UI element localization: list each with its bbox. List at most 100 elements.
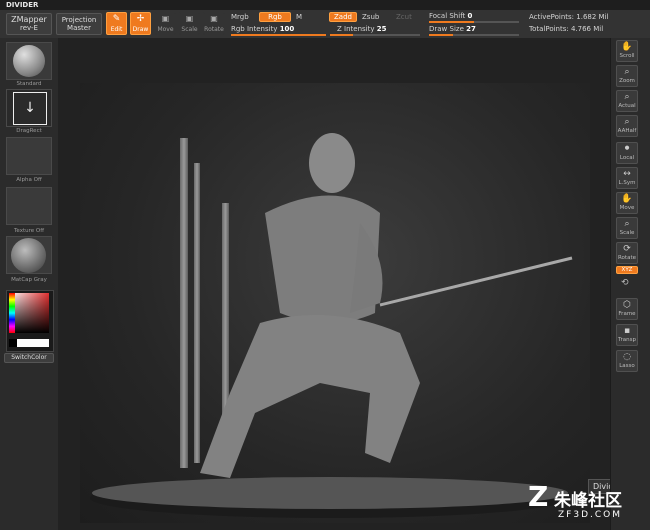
zoom-button[interactable]: ⌕ Zoom	[616, 65, 638, 87]
draw-size-label[interactable]: Draw Size 27	[429, 25, 476, 33]
ninja-legs	[200, 315, 420, 478]
canvas[interactable]: Divider	[58, 38, 627, 530]
scale-view-label: Scale	[619, 230, 635, 236]
zmapper-label: ZMapper	[11, 15, 47, 24]
rotate-icon: ▣	[210, 14, 218, 23]
draw-label: Draw	[132, 26, 149, 33]
scale-view-button[interactable]: ⌕ Scale	[616, 217, 638, 239]
scale-icon: ▣	[185, 14, 194, 23]
right-shelf: ✋ Scroll ⌕ Zoom ⌕ Actual ⌕ AAHalf ⚫ Local ↔ L.…	[610, 38, 650, 530]
edit-icon: ✎	[112, 14, 121, 24]
watermark-logo-icon: Z	[528, 480, 549, 513]
watermark: Z 朱峰社区 ZF3D.COM	[528, 482, 646, 526]
ninja-head	[309, 133, 355, 193]
actual-button[interactable]: ⌕ Actual	[616, 90, 638, 112]
z-intensity-fill	[330, 34, 353, 36]
z-intensity-slider[interactable]	[330, 34, 420, 36]
focal-shift-label-text: Focal Shift	[429, 12, 466, 20]
focal-shift-fill	[429, 21, 474, 23]
focal-shift-slider[interactable]	[429, 21, 519, 23]
aahalf-label: AAHalf	[617, 128, 637, 134]
edit-button[interactable]: ✎ Edit	[106, 12, 127, 35]
scale-label: Scale	[181, 26, 198, 33]
frame-label: Frame	[618, 311, 636, 317]
frame-button[interactable]: ⬡ Frame	[616, 298, 638, 320]
z-intensity-label[interactable]: Z Intensity 25	[337, 25, 386, 33]
zmapper-button[interactable]: ZMapper rev-E	[6, 13, 52, 35]
move-button[interactable]: ▣ Move	[155, 12, 176, 35]
transp-button[interactable]: ▪ Transp	[616, 324, 638, 346]
zadd-toggle[interactable]: Zadd	[329, 12, 357, 22]
edit-label: Edit	[110, 26, 123, 33]
m-toggle[interactable]: M	[296, 13, 302, 21]
stroke-button[interactable]: ↓	[6, 89, 52, 127]
draw-size-slider[interactable]	[429, 34, 519, 36]
z-intensity-value: 25	[376, 25, 387, 33]
draw-size-value: 27	[466, 25, 476, 33]
texture-button[interactable]	[6, 187, 52, 225]
active-points-label: ActivePoints:	[529, 13, 575, 21]
zsub-toggle[interactable]: Zsub	[362, 13, 379, 21]
focal-shift-value: 0	[467, 12, 473, 20]
ninja-sculpt	[90, 133, 573, 518]
draw-button[interactable]: ✢ Draw	[130, 12, 151, 35]
rotate-button[interactable]: ▣ Rotate	[203, 12, 225, 35]
scale-button[interactable]: ▣ Scale	[179, 12, 200, 35]
matcap-sphere-icon	[11, 238, 46, 273]
rotate-view-button[interactable]: ⟳ Rotate	[616, 242, 638, 264]
rgb-intensity-label[interactable]: Rgb Intensity 100	[231, 25, 294, 33]
xyz-toggle[interactable]: XYZ	[616, 266, 638, 274]
color-hue-strip[interactable]	[9, 293, 15, 333]
rgb-intensity-fill	[231, 34, 326, 36]
move-icon: ▣	[161, 14, 170, 23]
aahalf-icon: ⌕	[624, 117, 630, 127]
scroll-button[interactable]: ✋ Scroll	[616, 40, 638, 62]
brush-label: Standard	[16, 81, 42, 87]
draw-size-label-text: Draw Size	[429, 25, 464, 33]
color-hue-square[interactable]	[9, 293, 49, 333]
brush-button[interactable]	[6, 42, 52, 80]
projection-master-button[interactable]: Projection Master	[56, 13, 102, 35]
lasso-button[interactable]: ◌ Lasso	[616, 350, 638, 372]
active-points-value: 1.682 Mil	[576, 13, 609, 21]
alpha-label: Alpha Off	[16, 177, 42, 183]
document-viewport[interactable]	[80, 83, 590, 523]
app-title: DIVIDER	[0, 0, 650, 10]
local-label: Local	[619, 155, 635, 161]
switch-color-button[interactable]: SwitchColor	[4, 353, 54, 363]
top-toolbar: ZMapper rev-E Projection Master ✎ Edit ✢…	[0, 10, 650, 39]
move-view-button[interactable]: ✋ Move	[616, 192, 638, 214]
local-button[interactable]: ⚫ Local	[616, 142, 638, 164]
lasso-label: Lasso	[619, 363, 635, 369]
material-label: MatCap Gray	[11, 277, 47, 283]
rotate-view-icon: ⟳	[623, 244, 631, 254]
primary-color-swatch[interactable]	[17, 339, 49, 347]
alpha-button[interactable]	[6, 137, 52, 175]
mrgb-toggle[interactable]: Mrgb	[231, 13, 249, 21]
frame-icon: ⬡	[623, 300, 631, 310]
transp-label: Transp	[617, 337, 637, 343]
left-shelf: Standard ↓ DragRect Alpha Off Texture Of…	[0, 38, 59, 530]
focal-shift-label[interactable]: Focal Shift 0	[429, 12, 472, 20]
rgb-toggle[interactable]: Rgb	[259, 12, 291, 22]
rotate-label: Rotate	[204, 26, 224, 33]
rgb-intensity-value: 100	[279, 25, 295, 33]
aahalf-button[interactable]: ⌕ AAHalf	[616, 115, 638, 137]
total-points-value: 4.766 Mil	[570, 25, 604, 33]
material-button[interactable]	[6, 236, 52, 274]
gyro-icon[interactable]: ⟲	[621, 278, 629, 288]
watermark-cn: 朱峰社区	[554, 491, 622, 511]
bamboo-2	[194, 163, 200, 463]
draw-size-fill	[429, 34, 454, 36]
z-intensity-label-text: Z Intensity	[337, 25, 375, 33]
zcut-toggle[interactable]: Zcut	[396, 13, 412, 21]
actual-icon: ⌕	[624, 92, 630, 102]
scale-view-icon: ⌕	[624, 219, 630, 229]
rgb-intensity-slider[interactable]	[231, 34, 326, 36]
zmapper-sub-label: rev-E	[20, 24, 38, 32]
actual-label: Actual	[618, 103, 636, 109]
lsym-button[interactable]: ↔ L.Sym	[616, 167, 638, 189]
watermark-url: ZF3D.COM	[558, 510, 622, 520]
secondary-color-swatch[interactable]	[9, 339, 17, 347]
color-picker[interactable]	[6, 290, 54, 352]
